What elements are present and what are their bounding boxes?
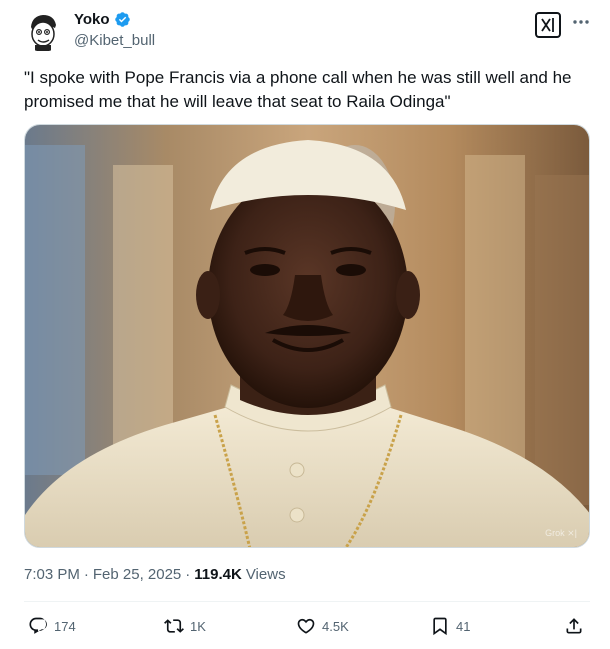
grok-watermark: Grok ⨯| (545, 528, 577, 538)
share-icon (566, 618, 582, 634)
repost-button[interactable]: 1K (164, 612, 206, 640)
tweet-text: "I spoke with Pope Francis via a phone c… (24, 68, 572, 111)
tweet-actions: 174 1K 4.5K 41 (24, 612, 590, 640)
author-handle[interactable]: @Kibet_bull (74, 32, 155, 49)
meta-separator: · (83, 566, 89, 583)
share-button[interactable] (564, 612, 584, 640)
more-options-button[interactable] (571, 14, 591, 30)
views-label: Views (245, 566, 286, 583)
tweet-date[interactable]: Feb 25, 2025 (93, 566, 181, 583)
verified-badge-icon[interactable] (114, 11, 131, 28)
tweet-time[interactable]: 7:03 PM (24, 566, 80, 583)
like-count: 4.5K (322, 618, 349, 634)
repost-count: 1K (190, 618, 206, 634)
bookmark-button[interactable]: 41 (430, 612, 470, 640)
reply-count: 174 (54, 618, 76, 634)
heart-icon (297, 618, 315, 634)
more-options-icon (573, 20, 589, 24)
bookmark-count: 41 (456, 618, 471, 634)
tweet-media-image[interactable]: Grok ⨯| (24, 124, 590, 548)
tweet-card: Yoko @Kibet_bull "I spoke with Pope Fran… (0, 0, 610, 649)
author-avatar[interactable] (22, 10, 64, 52)
repost-icon (164, 619, 184, 633)
reply-button[interactable]: 174 (28, 612, 76, 640)
divider (24, 601, 590, 602)
portrait-photo (25, 125, 589, 547)
grok-icon (541, 18, 554, 32)
cartoon-avatar-icon (22, 10, 64, 52)
bookmark-icon (433, 617, 447, 636)
grok-button[interactable] (535, 12, 561, 38)
tweet-meta: 7:03 PM · Feb 25, 2025 · 119.4K Views (24, 566, 286, 583)
author-name-row: Yoko (74, 11, 131, 28)
reply-icon (29, 617, 47, 634)
author-display-name[interactable]: Yoko (74, 11, 110, 28)
like-button[interactable]: 4.5K (296, 612, 349, 640)
meta-separator-2: · (185, 566, 191, 583)
views-count[interactable]: 119.4K (194, 566, 242, 583)
